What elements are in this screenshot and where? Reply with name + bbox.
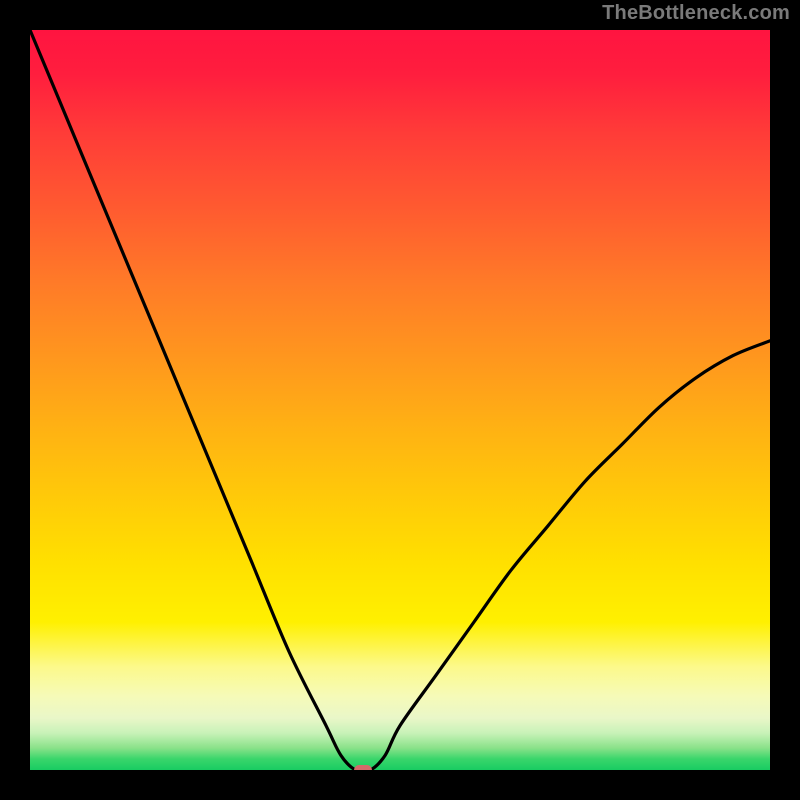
minimum-marker: [354, 765, 372, 770]
watermark-text: TheBottleneck.com: [602, 2, 790, 25]
bottleneck-curve: [30, 30, 770, 770]
chart-frame: TheBottleneck.com: [0, 0, 800, 800]
plot-area: [30, 30, 770, 770]
